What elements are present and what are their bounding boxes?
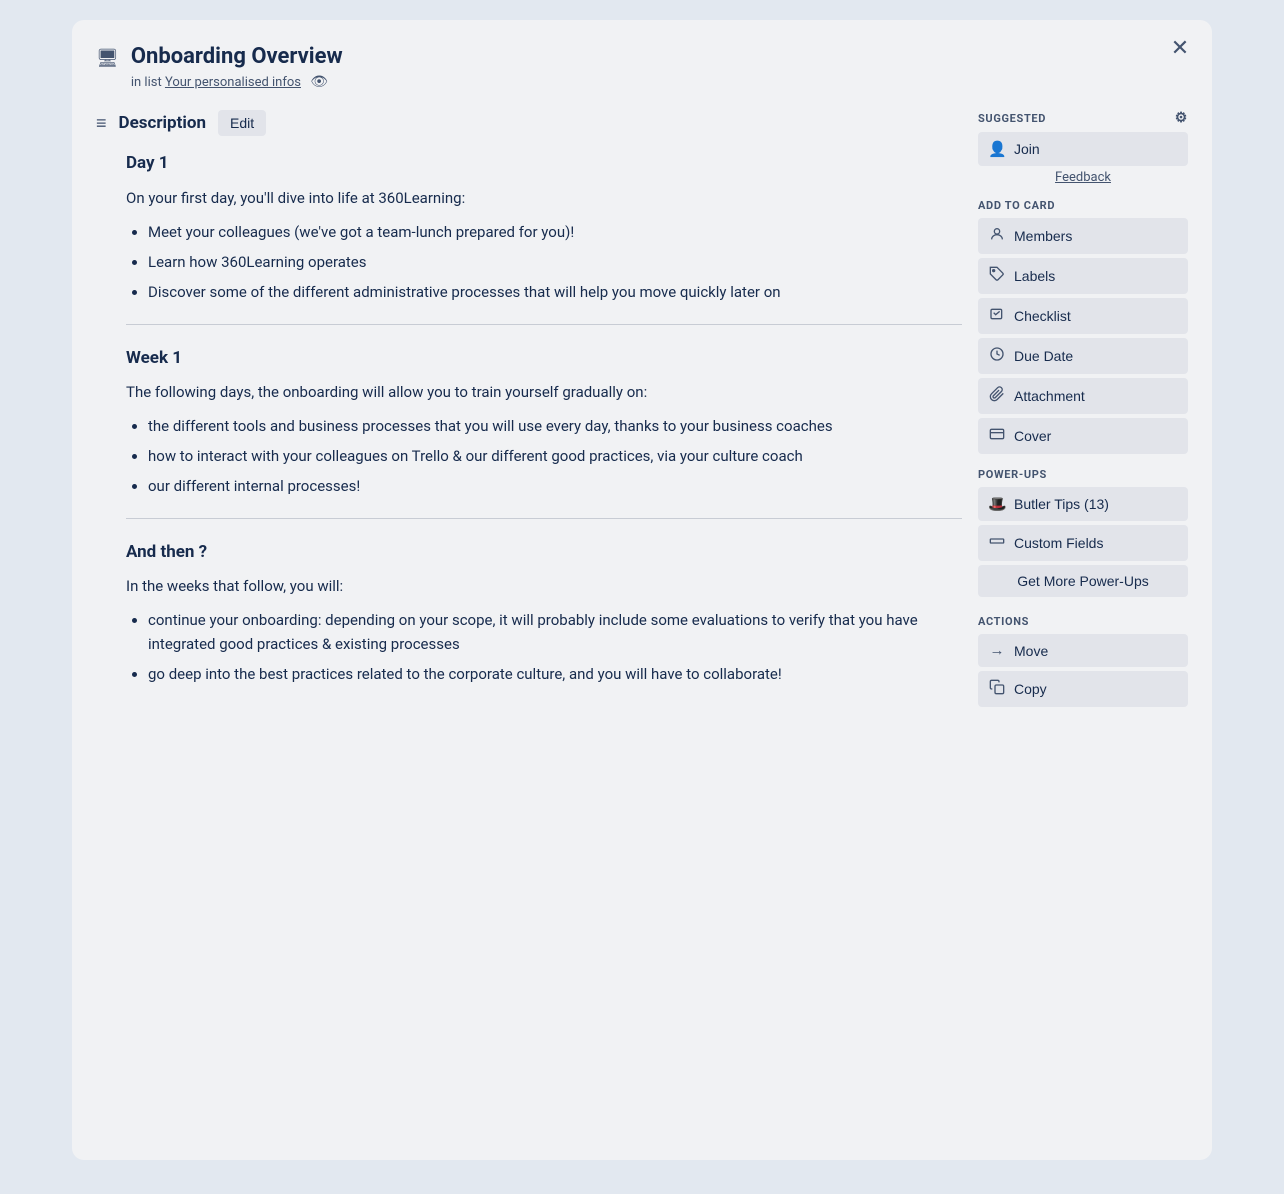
labels-button[interactable]: Labels: [978, 258, 1188, 294]
header-text: Onboarding Overview in list Your persona…: [131, 44, 343, 90]
main-content: ≡ Description Edit Day 1 On your first d…: [96, 110, 962, 1136]
modal-header: 🖥 Onboarding Overview in list Your perso…: [96, 44, 1188, 90]
section-week1-intro: The following days, the onboarding will …: [126, 380, 962, 404]
list-item: continue your onboarding: depending on y…: [148, 608, 962, 656]
butler-icon: 🎩: [988, 495, 1006, 513]
checklist-icon: [988, 306, 1006, 326]
section-day1-bullets: Meet your colleagues (we've got a team-l…: [126, 220, 962, 304]
feedback-link[interactable]: Feedback: [978, 170, 1188, 185]
card-title: Onboarding Overview: [131, 44, 343, 70]
section-andthen-intro: In the weeks that follow, you will:: [126, 574, 962, 598]
cover-icon: [988, 426, 1006, 446]
due-date-button[interactable]: Due Date: [978, 338, 1188, 374]
join-icon: 👤: [988, 140, 1006, 158]
section-divider: [126, 324, 962, 325]
modal-body: ≡ Description Edit Day 1 On your first d…: [96, 110, 1188, 1136]
list-item: Meet your colleagues (we've got a team-l…: [148, 220, 962, 244]
move-button[interactable]: → Move: [978, 634, 1188, 667]
watch-icon: 👁: [310, 74, 328, 90]
description-content: Day 1 On your first day, you'll dive int…: [96, 150, 962, 686]
description-header: ≡ Description Edit: [96, 110, 962, 136]
section-week1-title: Week 1: [126, 345, 962, 372]
get-more-power-ups-button[interactable]: Get More Power-Ups: [978, 565, 1188, 597]
attachment-icon: [988, 386, 1006, 406]
section-andthen-bullets: continue your onboarding: depending on y…: [126, 608, 962, 686]
move-icon: →: [988, 642, 1006, 659]
edit-description-button[interactable]: Edit: [218, 110, 266, 136]
card-type-icon: 🖥: [96, 48, 119, 69]
description-icon: ≡: [96, 113, 107, 134]
section-divider: [126, 518, 962, 519]
list-item: Learn how 360Learning operates: [148, 250, 962, 274]
section-day1-title: Day 1: [126, 150, 962, 177]
butler-tips-button[interactable]: 🎩 Butler Tips (13): [978, 487, 1188, 521]
power-ups-section-label: POWER-UPS: [978, 468, 1188, 481]
members-icon: [988, 226, 1006, 246]
attachment-button[interactable]: Attachment: [978, 378, 1188, 414]
labels-icon: [988, 266, 1006, 286]
copy-icon: [988, 679, 1006, 699]
add-to-card-section-label: ADD TO CARD: [978, 199, 1188, 212]
join-button[interactable]: 👤 Join: [978, 132, 1188, 166]
list-item: our different internal processes!: [148, 474, 962, 498]
list-item: Discover some of the different administr…: [148, 280, 962, 304]
list-item: go deep into the best practices related …: [148, 662, 962, 686]
description-title: Description: [119, 113, 206, 133]
due-date-icon: [988, 346, 1006, 366]
card-modal: ✕ 🖥 Onboarding Overview in list Your per…: [72, 20, 1212, 1160]
actions-section-label: ACTIONS: [978, 615, 1188, 628]
section-week1-bullets: the different tools and business process…: [126, 414, 962, 498]
custom-fields-button[interactable]: Custom Fields: [978, 525, 1188, 561]
cover-button[interactable]: Cover: [978, 418, 1188, 454]
list-item: how to interact with your colleagues on …: [148, 444, 962, 468]
section-day1-intro: On your first day, you'll dive into life…: [126, 186, 962, 210]
list-name-link[interactable]: Your personalised infos: [165, 75, 301, 90]
copy-button[interactable]: Copy: [978, 671, 1188, 707]
section-andthen-title: And then ?: [126, 539, 962, 566]
sidebar: SUGGESTED ⚙ 👤 Join Feedback ADD TO CARD …: [978, 110, 1188, 1136]
suggested-section-label: SUGGESTED ⚙: [978, 110, 1188, 126]
checklist-button[interactable]: Checklist: [978, 298, 1188, 334]
close-button[interactable]: ✕: [1164, 32, 1196, 64]
members-button[interactable]: Members: [978, 218, 1188, 254]
gear-icon[interactable]: ⚙: [1175, 110, 1188, 126]
card-list-info: in list Your personalised infos 👁: [131, 74, 343, 90]
list-item: the different tools and business process…: [148, 414, 962, 438]
custom-fields-icon: [988, 533, 1006, 553]
